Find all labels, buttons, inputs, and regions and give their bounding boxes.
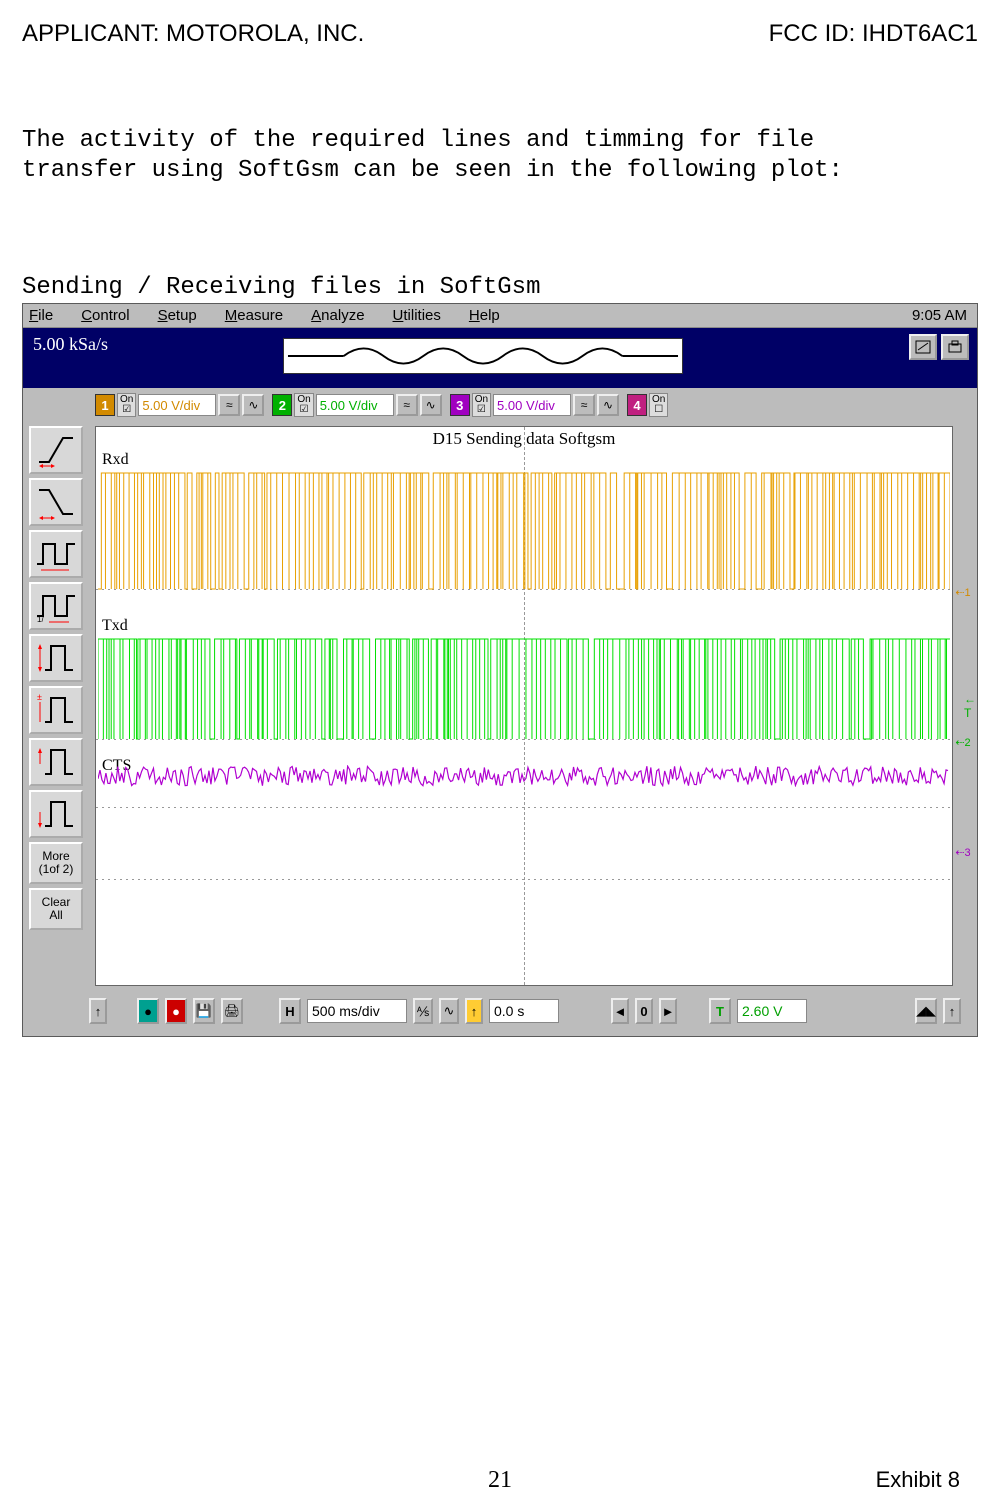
tool-rise-icon[interactable] (29, 426, 83, 474)
waveform-plot[interactable]: D15 Sending data Softgsm Rxd Txd CTS ⇠1 … (95, 426, 953, 986)
timebase-field[interactable]: 500 ms/div (307, 999, 407, 1023)
channel-1[interactable]: 1 On☑ 5.00 V/div ≈ ∿ (95, 393, 264, 417)
ch1-badge: 1 (95, 394, 115, 416)
nav-zero[interactable]: 0 (635, 998, 653, 1024)
tool-freq-icon[interactable]: 1/ (29, 582, 83, 630)
more-button[interactable]: More (1of 2) (29, 842, 83, 884)
spinner-icon[interactable]: ◢◣ (915, 998, 937, 1024)
ch4-badge: 4 (627, 394, 647, 416)
delay-field[interactable]: 0.0 s (489, 999, 559, 1023)
ch1-vdiv[interactable]: 5.00 V/div (138, 394, 216, 416)
figure-caption: Sending / Receiving files in SoftGsm (22, 274, 978, 301)
ch1-coupling-icon[interactable]: ≈ (218, 394, 240, 416)
svg-text:1/: 1/ (37, 615, 44, 624)
menu-measure[interactable]: Measure (225, 307, 283, 324)
ch1-ac-icon[interactable]: ∿ (242, 394, 264, 416)
ch2-badge: 2 (272, 394, 292, 416)
ch2-ac-icon[interactable]: ∿ (420, 394, 442, 416)
clear-all-button[interactable]: Clear All (29, 888, 83, 930)
delay-ref-icon[interactable]: ↑ (465, 998, 483, 1024)
fcc-id-label: FCC ID: IHDT6AC1 (769, 20, 978, 48)
clock: 9:05 AM (912, 307, 971, 324)
ground-marker-ch3: ⇠3 (954, 845, 972, 859)
tool-vpp-icon[interactable] (29, 634, 83, 682)
applicant-label: APPLICANT: MOTOROLA, INC. (22, 20, 364, 48)
ch2-on[interactable]: On☑ (294, 393, 313, 417)
measure-sidebar: 1/ ± More (1of 2) Clear All (27, 424, 85, 990)
scroll-up2-icon[interactable]: ↑ (943, 998, 961, 1024)
tool-fall-icon[interactable] (29, 478, 83, 526)
tb-mode2-icon[interactable]: ∿ (439, 998, 459, 1024)
ch4-on[interactable]: On☐ (649, 393, 668, 417)
menu-utilities[interactable]: Utilities (393, 307, 441, 324)
ch2-vdiv[interactable]: 5.00 V/div (316, 394, 394, 416)
stop-button[interactable]: ● (165, 998, 187, 1024)
tool-period-icon[interactable] (29, 530, 83, 578)
ch2-coupling-icon[interactable]: ≈ (396, 394, 418, 416)
oscilloscope-screenshot: File Control Setup Measure Analyze Utili… (22, 303, 978, 1037)
scroll-up-icon[interactable]: ↑ (89, 998, 107, 1024)
svg-text:±: ± (37, 692, 42, 702)
menu-control[interactable]: Control (81, 307, 129, 324)
nav-left-icon[interactable]: ◄ (611, 998, 629, 1024)
ch3-vdiv[interactable]: 5.00 V/div (493, 394, 571, 416)
trigger-level-field[interactable]: 2.60 V (737, 999, 807, 1023)
ch3-coupling-icon[interactable]: ≈ (573, 394, 595, 416)
menu-analyze[interactable]: Analyze (311, 307, 364, 324)
ch3-ac-icon[interactable]: ∿ (597, 394, 619, 416)
label-txd: Txd (102, 617, 128, 635)
trace-cts (98, 765, 950, 787)
acquisition-strip: 5.00 kSa/s (23, 328, 977, 388)
channel-3[interactable]: 3 On☑ 5.00 V/div ≈ ∿ (450, 393, 619, 417)
tb-mode-icon[interactable]: ⅍ (413, 998, 433, 1024)
trigger-marker: ← T (964, 699, 982, 713)
run-button[interactable]: ● (137, 998, 159, 1024)
gridline (96, 879, 952, 880)
nav-right-icon[interactable]: ► (659, 998, 677, 1024)
trigger-label: T (709, 998, 731, 1024)
exhibit-label: Exhibit 8 (876, 1467, 960, 1493)
print-icon[interactable]: 🖨 (221, 998, 243, 1024)
channel-2[interactable]: 2 On☑ 5.00 V/div ≈ ∿ (272, 393, 441, 417)
save-icon[interactable]: 💾 (193, 998, 215, 1024)
sample-rate: 5.00 kSa/s (33, 334, 108, 355)
horiz-label: H (279, 998, 301, 1024)
ch3-badge: 3 (450, 394, 470, 416)
menu-bar: File Control Setup Measure Analyze Utili… (23, 304, 977, 328)
overview-waveform[interactable] (283, 338, 683, 374)
gridline (96, 807, 952, 808)
tool-icon-2[interactable] (941, 334, 969, 360)
tool-vmin-icon[interactable] (29, 790, 83, 838)
trace-txd (98, 637, 950, 741)
ground-marker-ch2: ⇠2 (954, 735, 972, 749)
menu-items: File Control Setup Measure Analyze Utili… (29, 307, 500, 324)
menu-help[interactable]: Help (469, 307, 500, 324)
ground-marker-ch1: ⇠1 (954, 585, 972, 599)
tool-icon-1[interactable] (909, 334, 937, 360)
ch3-on[interactable]: On☑ (472, 393, 491, 417)
channel-bar: 1 On☑ 5.00 V/div ≈ ∿ 2 On☑ 5.00 V/div ≈ … (89, 388, 961, 422)
intro-paragraph: The activity of the required lines and t… (22, 126, 978, 186)
page-number: 21 (488, 1467, 512, 1494)
tool-vamp-icon[interactable]: ± (29, 686, 83, 734)
ch1-on[interactable]: On☑ (117, 393, 136, 417)
menu-file[interactable]: File (29, 307, 53, 324)
tool-vmax-icon[interactable] (29, 738, 83, 786)
label-rxd: Rxd (102, 451, 129, 469)
bottom-toolbar: ↑ ● ● 💾 🖨 H 500 ms/div ⅍ ∿ ↑ 0.0 s ◄ 0 ►… (89, 994, 961, 1028)
menu-setup[interactable]: Setup (158, 307, 197, 324)
channel-4[interactable]: 4 On☐ (627, 393, 668, 417)
trace-rxd (98, 471, 950, 591)
